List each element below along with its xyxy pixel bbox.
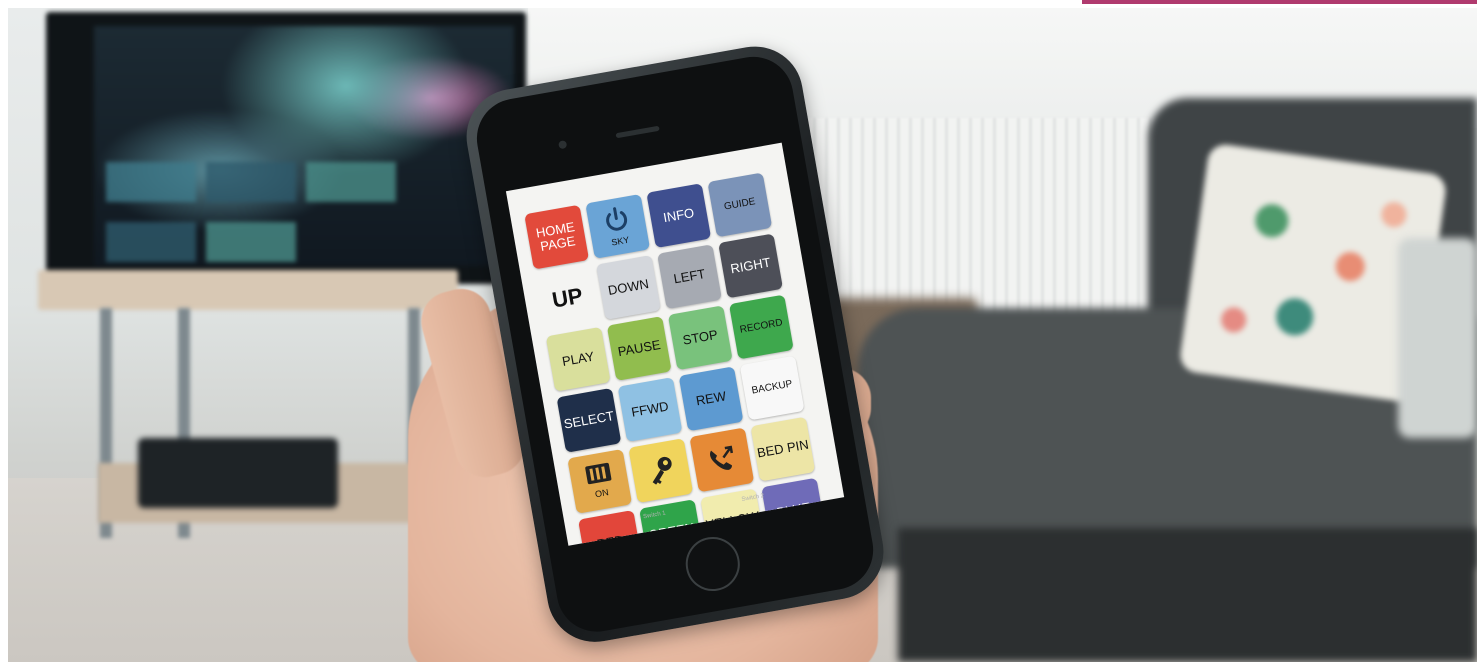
tv-tile [306,162,396,202]
remote-button-guide[interactable]: GUIDE [707,172,773,238]
remote-button-up[interactable]: UP [535,266,600,331]
remote-button-label: ON [594,487,610,500]
remote-button-label: RIGHT [729,254,772,277]
earpiece [615,125,660,139]
remote-button-label: YELLOW [704,508,761,533]
remote-button-label: GUIDE [723,196,757,213]
tv-tile [106,222,196,262]
remote-button-down[interactable]: DOWN [596,255,661,320]
remote-button-label: GREEN [647,519,696,543]
remote-button-label: RED [595,532,626,546]
remote-button-play[interactable]: PLAY [545,326,611,392]
remote-button-label: SELECT [562,408,616,432]
remote-button-ffwd[interactable]: FFWD [617,377,683,443]
remote-button-label: LEFT [672,266,707,287]
front-camera [558,140,568,150]
remote-button-stop[interactable]: STOP [667,305,733,371]
tv-stand [38,270,458,310]
remote-button-label: STOP [681,326,719,348]
remote-button-on[interactable]: ON [567,448,633,514]
accent-bar [1082,0,1477,4]
remote-button-phone-call-icon[interactable] [689,427,755,493]
tv-tile [206,162,296,202]
remote-button-record[interactable]: RECORD [728,294,794,360]
power-icon [599,202,634,237]
remote-button-sky[interactable]: SKY [585,193,651,259]
tv-box-icon [582,460,616,489]
remote-button-label: DOWN [606,275,650,298]
remote-button-label: BLUE [775,499,812,520]
television [46,12,526,284]
remote-button-label: HOME PAGE [534,218,577,255]
cushion [1398,238,1477,438]
remote-button-key-icon[interactable] [628,438,694,504]
remote-button-bed-pin[interactable]: BED PIN [750,416,816,482]
home-button[interactable] [681,532,745,596]
remote-button-label: INFO [662,205,696,226]
remote-button-rew[interactable]: REW [678,366,744,432]
tv-tile [206,222,296,262]
key-icon [641,451,680,490]
phone-call-icon [702,440,741,479]
tv-tile [106,162,196,202]
remote-button-label: PLAY [560,348,596,369]
remote-button-home-page[interactable]: HOME PAGE [524,204,590,270]
remote-button-pause[interactable]: PAUSE [606,316,672,381]
remote-button-backup[interactable]: BACKUP [739,355,805,421]
remote-button-label: SKY [610,234,631,248]
remote-button-label: PAUSE [616,336,662,360]
phone-screen: HOME PAGE SKY INFO GUIDE UP DOWN LEFT RIGHT PLAY… [505,142,845,546]
remote-button-label: UP [550,282,585,313]
remote-button-right[interactable]: RIGHT [718,233,784,299]
remote-button-label: RECORD [738,317,784,336]
scene: HOME PAGE SKY INFO GUIDE UP DOWN LEFT RIGHT PLAY… [0,0,1477,662]
remote-button-info[interactable]: INFO [646,183,712,249]
remote-button-label: BACKUP [750,378,794,397]
remote-button-label: BED PIN [755,436,810,461]
remote-button-label: REW [694,388,728,409]
set-top-box [138,438,338,508]
remote-button-label: FFWD [630,398,670,420]
sofa-base [898,528,1477,662]
remote-button-select[interactable]: SELECT [556,387,622,453]
remote-button-left[interactable]: LEFT [657,244,722,310]
